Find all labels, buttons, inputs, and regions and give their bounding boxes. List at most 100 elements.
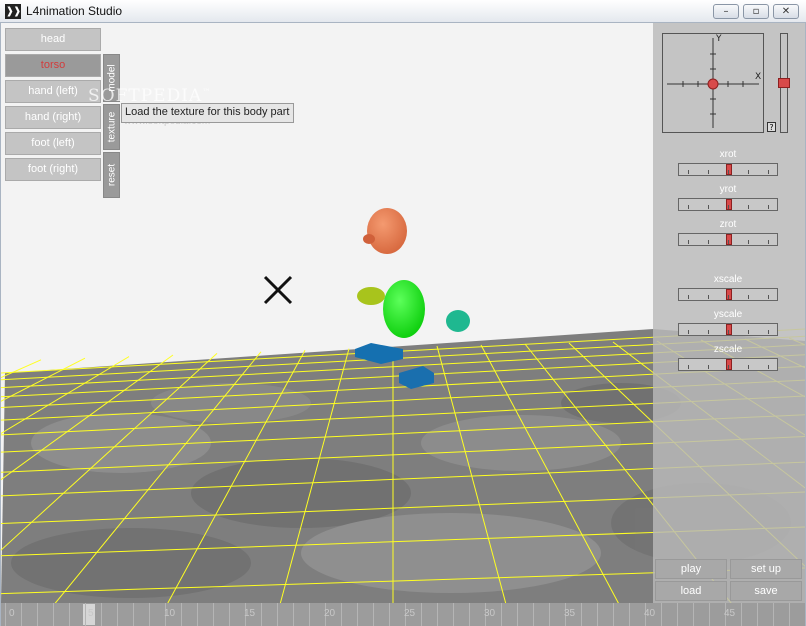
xrot-slider[interactable] bbox=[678, 163, 778, 176]
body-part-hand-left-button[interactable]: hand (left) bbox=[5, 80, 101, 103]
timeline-tick bbox=[373, 603, 374, 626]
title-bar: ❱❱ L4nimation Studio – ▫ ✕ bbox=[0, 0, 806, 23]
slider-tick bbox=[728, 365, 729, 369]
yrot-slider[interactable] bbox=[678, 198, 778, 211]
body-part-foot-left-button[interactable]: foot (left) bbox=[5, 132, 101, 155]
load-button[interactable]: load bbox=[655, 581, 727, 601]
slider-tick bbox=[708, 330, 709, 334]
timeline-tick bbox=[53, 603, 54, 626]
reset-label: reset bbox=[106, 163, 117, 187]
slider-tick bbox=[688, 295, 689, 299]
timeline-tick bbox=[741, 603, 742, 626]
help-button[interactable]: ? bbox=[767, 122, 776, 132]
body-part-head-button[interactable]: head bbox=[5, 28, 101, 51]
torso-model bbox=[383, 280, 425, 338]
timeline-tick bbox=[629, 603, 630, 626]
body-part-foot-right-button[interactable]: foot (right) bbox=[5, 158, 101, 181]
timeline-tick bbox=[181, 603, 182, 626]
timeline-tick bbox=[69, 603, 70, 626]
x-axis-label: X bbox=[755, 72, 762, 82]
xscale-thumb[interactable] bbox=[726, 289, 732, 300]
slider-tick bbox=[708, 240, 709, 244]
xrot-label: xrot bbox=[719, 149, 737, 160]
timeline-tick bbox=[469, 603, 470, 626]
yscale-label: yscale bbox=[713, 309, 743, 320]
load-texture-label: texture bbox=[106, 111, 117, 143]
timeline-tick bbox=[693, 603, 694, 626]
zrot-label: zrot bbox=[719, 219, 737, 230]
body-part-torso-button[interactable]: torso bbox=[5, 54, 101, 77]
reset-button[interactable]: reset bbox=[103, 152, 120, 198]
timeline-tick bbox=[533, 603, 534, 626]
window-title: L4nimation Studio bbox=[26, 4, 123, 18]
timeline-label: 20 bbox=[324, 608, 336, 619]
timeline-label: 40 bbox=[644, 608, 656, 619]
timeline-tick bbox=[389, 603, 390, 626]
timeline-tick bbox=[21, 603, 22, 626]
slider-tick bbox=[748, 205, 749, 209]
zscale-slider[interactable] bbox=[678, 358, 778, 371]
slider-tick bbox=[688, 365, 689, 369]
yscale-thumb[interactable] bbox=[726, 324, 732, 335]
zscale-thumb[interactable] bbox=[726, 359, 732, 370]
timeline-tick bbox=[117, 603, 118, 626]
timeline-tick bbox=[757, 603, 758, 626]
timeline-label: 45 bbox=[724, 608, 736, 619]
timeline-tick bbox=[261, 603, 262, 626]
timeline-label: 30 bbox=[484, 608, 496, 619]
save-button[interactable]: save bbox=[730, 581, 802, 601]
slider-tick bbox=[688, 330, 689, 334]
timeline-tick bbox=[101, 603, 102, 626]
timeline-tick bbox=[85, 603, 86, 626]
slider-tick bbox=[748, 240, 749, 244]
head-nose bbox=[363, 234, 375, 244]
slider-tick bbox=[728, 330, 729, 334]
timeline-label: 5 bbox=[88, 608, 94, 619]
maximize-button[interactable]: ▫ bbox=[743, 4, 769, 19]
load-texture-button[interactable]: texture bbox=[103, 104, 120, 150]
timeline-tick bbox=[421, 603, 422, 626]
xscale-slider[interactable] bbox=[678, 288, 778, 301]
timeline-tick bbox=[453, 603, 454, 626]
timeline-tick bbox=[5, 603, 6, 626]
slider-tick bbox=[768, 295, 769, 299]
timeline-tick bbox=[277, 603, 278, 626]
zrot-slider[interactable] bbox=[678, 233, 778, 246]
timeline-label: 25 bbox=[404, 608, 416, 619]
hand-right-model bbox=[446, 310, 470, 332]
slider-tick bbox=[728, 170, 729, 174]
timeline-tick bbox=[149, 603, 150, 626]
play-button[interactable]: play bbox=[655, 559, 727, 579]
rotation-pad-handle bbox=[707, 78, 719, 90]
slider-tick bbox=[708, 170, 709, 174]
timeline-tick bbox=[789, 603, 790, 626]
timeline-tick bbox=[309, 603, 310, 626]
close-button[interactable]: ✕ bbox=[773, 4, 799, 19]
timeline-label: 15 bbox=[244, 608, 256, 619]
timeline-tick bbox=[677, 603, 678, 626]
slider-tick bbox=[748, 330, 749, 334]
rotation-pad[interactable]: Y X bbox=[662, 33, 764, 133]
timeline-tick bbox=[549, 603, 550, 626]
yrot-thumb[interactable] bbox=[726, 199, 732, 210]
timeline-tick bbox=[293, 603, 294, 626]
slider-tick bbox=[748, 170, 749, 174]
xrot-thumb[interactable] bbox=[726, 164, 732, 175]
slider-tick bbox=[728, 295, 729, 299]
texture-tooltip: Load the texture for this body part bbox=[121, 103, 294, 123]
set-up-button[interactable]: set up bbox=[730, 559, 802, 579]
timeline[interactable]: 0 5 10 15 20 25 30 35 40 45 bbox=[1, 603, 805, 626]
body-part-hand-right-button[interactable]: hand (right) bbox=[5, 106, 101, 129]
light-cross-marker bbox=[263, 275, 293, 305]
slider-tick bbox=[708, 205, 709, 209]
minimize-button[interactable]: – bbox=[713, 4, 739, 19]
timeline-tick bbox=[613, 603, 614, 626]
zrot-thumb[interactable] bbox=[726, 234, 732, 245]
zoom-slider-thumb[interactable] bbox=[778, 78, 790, 88]
slider-tick bbox=[768, 365, 769, 369]
timeline-tick bbox=[197, 603, 198, 626]
zscale-label: zscale bbox=[713, 344, 743, 355]
timeline-tick bbox=[773, 603, 774, 626]
slider-tick bbox=[688, 205, 689, 209]
yscale-slider[interactable] bbox=[678, 323, 778, 336]
